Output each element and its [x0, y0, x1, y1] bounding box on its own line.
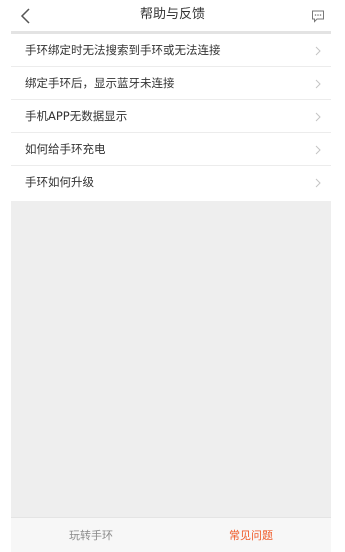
header-bar: 帮助与反馈 — [0, 0, 345, 31]
faq-item-label: 如何给手环充电 — [25, 142, 106, 156]
chevron-right-icon — [315, 145, 321, 155]
tab-play-band[interactable]: 玩转手环 — [11, 518, 171, 552]
faq-item-upgrade[interactable]: 手环如何升级 — [11, 166, 331, 201]
page-title: 帮助与反馈 — [139, 7, 205, 22]
feedback-button[interactable] — [311, 8, 325, 23]
faq-list: 手环绑定时无法搜索到手环或无法连接 绑定手环后，显示蓝牙未连接 手机APP无数据… — [11, 34, 331, 201]
help-feedback-screen: 帮助与反馈 手环绑定时无法搜索到手环或无法连接 绑定手环后，显示蓝牙未连接 手机… — [0, 0, 345, 552]
faq-item-label: 手环如何升级 — [25, 175, 94, 189]
faq-item-charging[interactable]: 如何给手环充电 — [11, 133, 331, 166]
faq-item-label: 手机APP无数据显示 — [25, 109, 128, 123]
faq-item-label: 绑定手环后，显示蓝牙未连接 — [25, 76, 175, 90]
faq-panel: 手环绑定时无法搜索到手环或无法连接 绑定手环后，显示蓝牙未连接 手机APP无数据… — [11, 31, 331, 517]
chevron-right-icon — [315, 178, 321, 188]
faq-item-label: 手环绑定时无法搜索到手环或无法连接 — [25, 43, 221, 57]
chevron-right-icon — [315, 46, 321, 56]
faq-item-no-data[interactable]: 手机APP无数据显示 — [11, 100, 331, 133]
bottom-tab-bar: 玩转手环 常见问题 — [11, 517, 331, 552]
chevron-right-icon — [315, 79, 321, 89]
faq-item-bluetooth[interactable]: 绑定手环后，显示蓝牙未连接 — [11, 67, 331, 100]
tab-faq[interactable]: 常见问题 — [171, 518, 331, 552]
faq-item-search-connect[interactable]: 手环绑定时无法搜索到手环或无法连接 — [11, 34, 331, 67]
message-icon — [312, 10, 324, 23]
chevron-right-icon — [315, 112, 321, 122]
